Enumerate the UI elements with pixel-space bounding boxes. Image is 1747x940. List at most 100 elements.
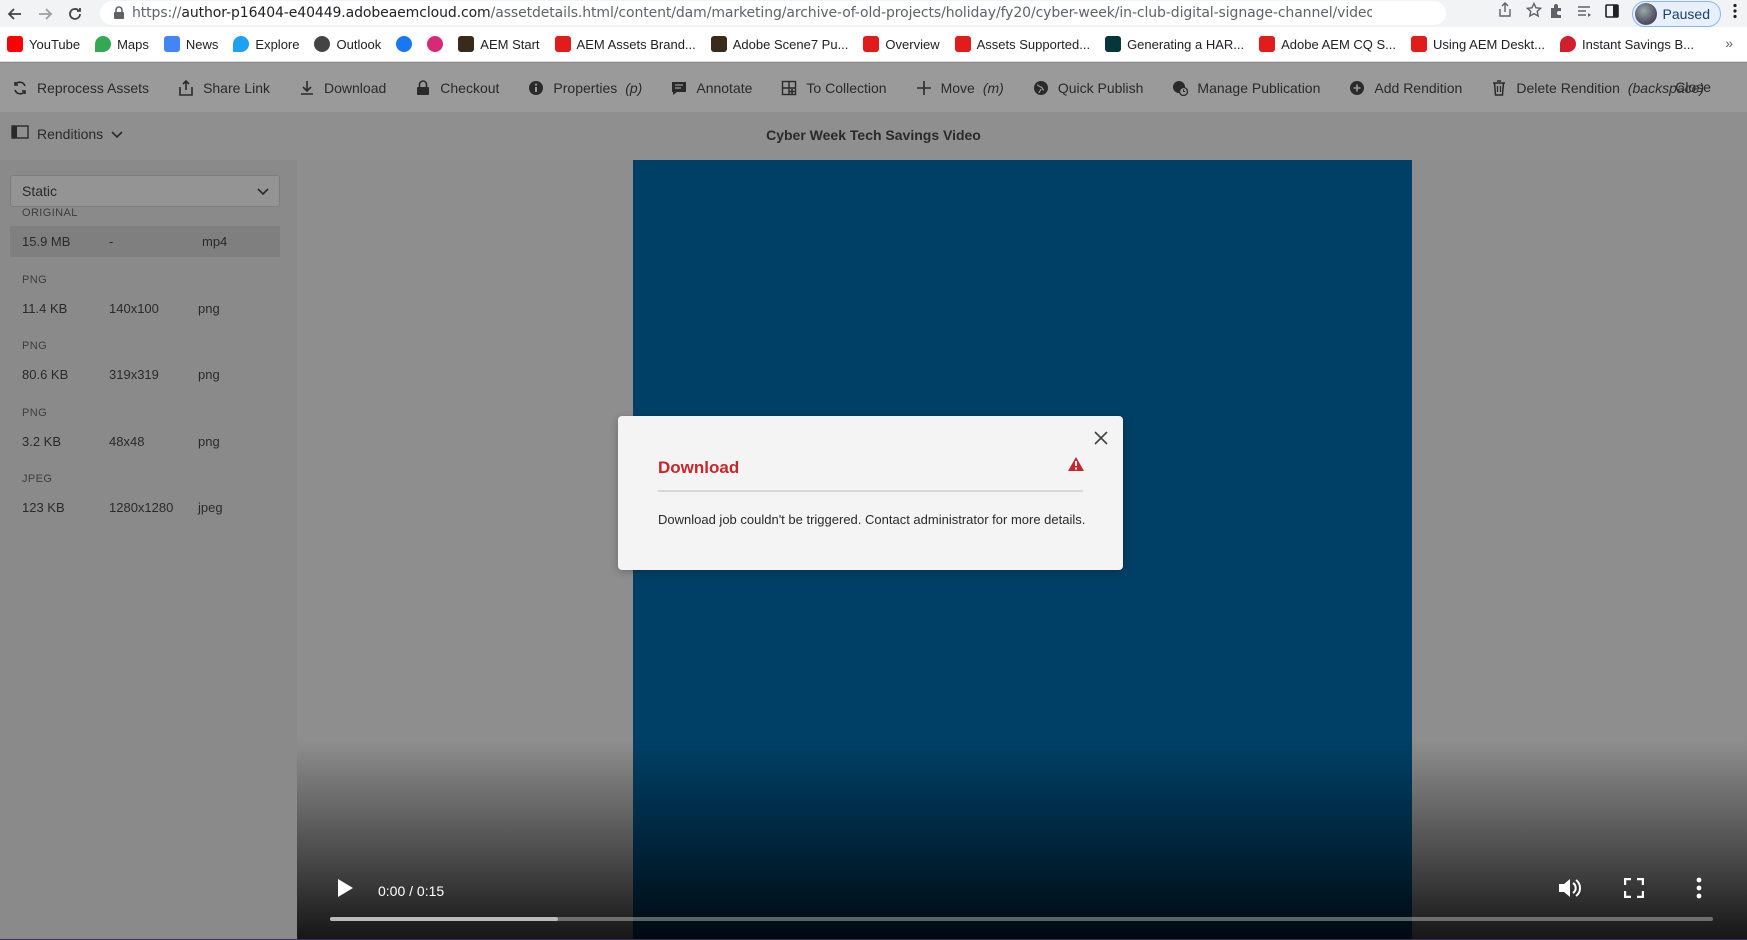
annotate-button[interactable]: Annotate (670, 79, 752, 97)
reading-list-icon[interactable] (1576, 3, 1592, 24)
bookmark-item[interactable]: Instant Savings B... (1560, 36, 1694, 52)
back-button[interactable] (2, 1, 28, 27)
manage-publication-button[interactable]: Manage Publication (1171, 79, 1320, 97)
lock-icon (110, 4, 128, 22)
rendition-row[interactable]: 3.2 KB 48x48 png (10, 426, 280, 457)
seek-bar-fill (330, 917, 559, 921)
bookmark-item[interactable]: Generating a HAR... (1105, 36, 1244, 52)
lock-icon (414, 79, 432, 97)
adobe-icon (954, 36, 971, 52)
rendition-type-select[interactable]: Static (10, 175, 280, 207)
dialog-title: Download (658, 458, 740, 477)
avatar (1634, 2, 1657, 25)
reload-button[interactable] (62, 1, 88, 27)
bookmark-item[interactable]: Maps (95, 36, 149, 52)
rendition-size: 80.6 KB (22, 367, 69, 382)
maps-icon (95, 36, 112, 52)
quick-publish-button[interactable]: Quick Publish (1032, 79, 1143, 97)
chevron-down-icon (111, 126, 123, 142)
more-bookmarks-icon[interactable]: » (1725, 35, 1733, 51)
rendition-group-heading: JPEG (22, 473, 53, 485)
rendition-dims: - (109, 234, 114, 249)
renditions-rail-toggle[interactable]: Renditions (11, 125, 123, 142)
share-page-icon[interactable] (1498, 2, 1512, 22)
star-icon[interactable] (1525, 1, 1543, 23)
video-controls: 0:00 / 0:15 (297, 850, 1747, 940)
dialog-message: Download job couldn't be triggered. Cont… (658, 512, 1086, 527)
arrow-left-icon (7, 7, 21, 20)
asset-title: Cyber Week Tech Savings Video (766, 127, 981, 143)
info-icon (527, 79, 545, 97)
bookmark-item[interactable]: Assets Supported... (954, 36, 1090, 52)
more-options-icon[interactable] (1696, 877, 1702, 904)
bookmark-item[interactable]: Outlook (314, 36, 381, 52)
adobe-icon (863, 36, 880, 52)
rendition-row[interactable]: 11.4 KB 140x100 png (10, 293, 280, 324)
arrow-right-icon (39, 7, 53, 20)
outlook-icon (314, 36, 331, 52)
bookmark-item[interactable]: Adobe Scene7 Pu... (710, 36, 848, 52)
share-icon (177, 79, 195, 97)
reprocess-assets-button[interactable]: Reprocess Assets (11, 79, 149, 97)
rendition-row[interactable]: 80.6 KB 319x319 png (10, 359, 280, 390)
bookmark-item[interactable] (396, 36, 413, 52)
add-circle-icon (1348, 79, 1366, 97)
aem-icon (458, 36, 475, 52)
bookmark-item[interactable]: YouTube (7, 36, 80, 52)
globe-clock-icon (1171, 79, 1189, 97)
rail-icon (11, 125, 29, 142)
rendition-format: mp4 (202, 234, 228, 249)
fullscreen-icon[interactable] (1623, 877, 1645, 903)
collection-icon (780, 79, 798, 97)
bookmark-item[interactable] (427, 36, 444, 52)
side-panel-icon[interactable] (1604, 3, 1620, 24)
profile-button[interactable]: Paused (1631, 0, 1721, 27)
rendition-size: 15.9 MB (22, 234, 71, 249)
bookmark-item[interactable]: AEM Assets Brand... (554, 36, 696, 52)
extensions-icon[interactable] (1548, 3, 1564, 24)
download-error-dialog: Download Download job couldn't be trigge… (618, 416, 1123, 570)
delete-rendition-button[interactable]: Delete Rendition (backspace) (1490, 79, 1704, 97)
move-button[interactable]: Move (m) (915, 79, 1004, 97)
adobe-icon (554, 36, 571, 52)
scene7-icon (710, 36, 727, 52)
bookmarks-bar: YouTube Maps News Explore Outlook AEM Start AE… (0, 27, 1747, 62)
browser-menu-icon[interactable] (1733, 3, 1737, 24)
rendition-format: png (198, 433, 220, 449)
bookmark-item[interactable]: Overview (863, 36, 940, 52)
bookmark-item[interactable]: Explore (233, 36, 299, 52)
bookmark-item[interactable]: Adobe AEM CQ S... (1259, 36, 1396, 52)
profile-status: Paused (1662, 5, 1710, 22)
checkout-button[interactable]: Checkout (414, 79, 499, 97)
rendition-dims: 48x48 (109, 433, 145, 449)
asset-actions-toolbar: Reprocess Assets Share Link Download Che… (0, 63, 1747, 112)
reprocess-icon (11, 79, 29, 97)
bookmark-item[interactable]: News (163, 36, 218, 52)
annotate-icon (670, 79, 688, 97)
reload-icon (69, 7, 81, 20)
forward-button[interactable] (32, 1, 58, 27)
close-button[interactable]: Close (1675, 79, 1711, 95)
play-icon[interactable] (335, 877, 355, 904)
download-icon (298, 79, 316, 97)
move-icon (915, 79, 933, 97)
download-button[interactable]: Download (298, 79, 386, 97)
rendition-size: 3.2 KB (22, 433, 62, 449)
rendition-dims: 319x319 (109, 367, 159, 382)
address-bar[interactable]: https://author-p16404-e40449.adobeaemclo… (100, 1, 1446, 25)
close-icon[interactable] (1093, 430, 1109, 446)
share-link-button[interactable]: Share Link (177, 79, 270, 97)
properties-button[interactable]: Properties (p) (527, 79, 642, 97)
to-collection-button[interactable]: To Collection (780, 79, 887, 97)
rendition-group-heading: PNG (22, 273, 48, 286)
rendition-dims: 140x100 (109, 300, 159, 316)
bookmark-item[interactable]: AEM Start (458, 36, 540, 52)
rendition-row[interactable]: 15.9 MB - mp4 (10, 226, 280, 257)
seek-bar[interactable] (330, 917, 1713, 921)
bookmark-item[interactable]: Using AEM Deskt... (1411, 36, 1545, 52)
volume-icon[interactable] (1557, 876, 1583, 905)
rendition-row[interactable]: 123 KB 1280x1280 jpeg (10, 492, 280, 523)
rendition-size: 123 KB (22, 500, 65, 515)
add-rendition-button[interactable]: Add Rendition (1348, 79, 1462, 97)
alert-icon (1067, 456, 1085, 477)
